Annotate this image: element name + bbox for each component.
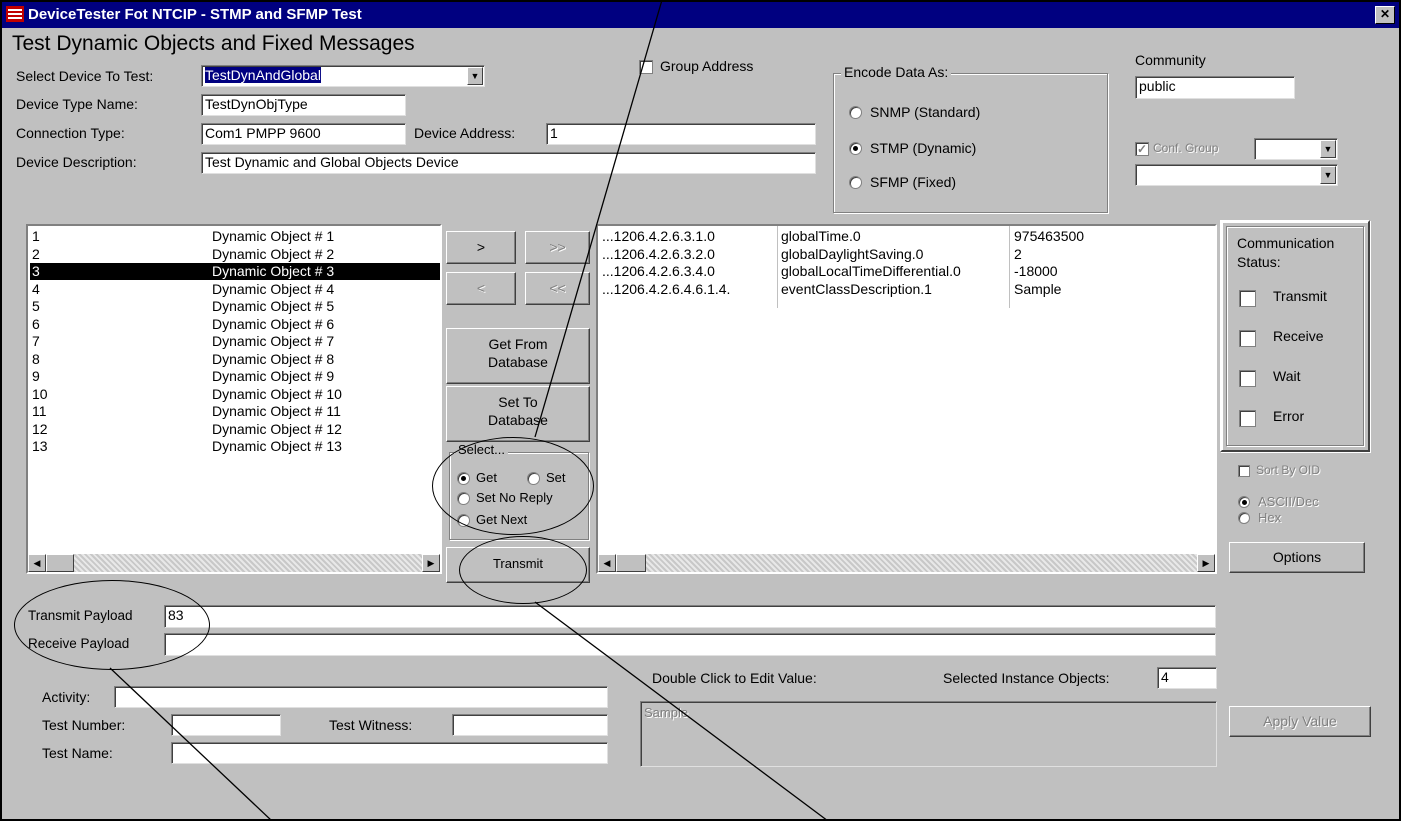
annotation-lines [109,0,829,821]
